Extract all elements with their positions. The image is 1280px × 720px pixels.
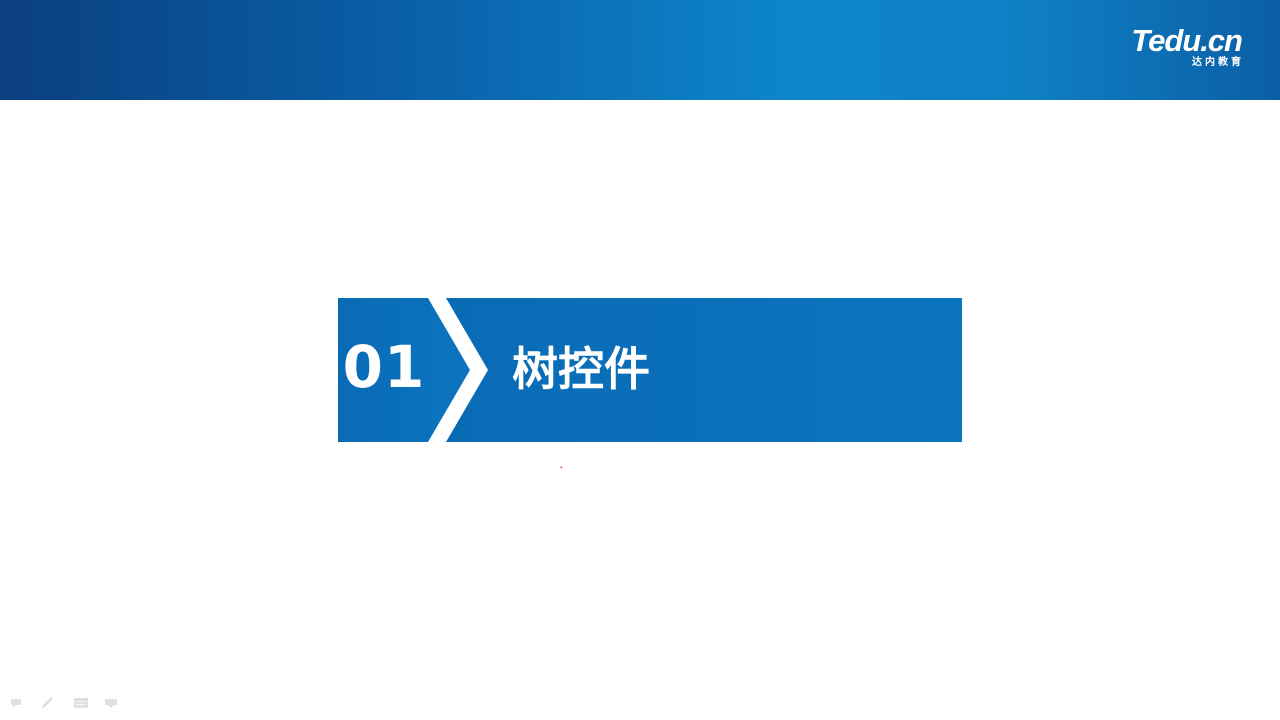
header-band: Tedu.cn 达内教育	[0, 0, 1280, 100]
banner-shape	[338, 298, 962, 442]
section-banner: 01 树控件	[338, 298, 962, 442]
section-title: 树控件	[512, 342, 650, 396]
menu-icon[interactable]	[72, 694, 90, 712]
slideshow-toolbar	[8, 694, 128, 712]
previous-icon[interactable]	[8, 694, 26, 712]
tedu-logo: Tedu.cn 达内教育	[1112, 23, 1244, 71]
section-number: 01	[342, 333, 426, 401]
logo-text: Tedu.cn	[1131, 23, 1243, 58]
slide: Tedu.cn 达内教育 01 树控件	[0, 0, 1280, 720]
mouse-pointer-icon	[560, 466, 563, 469]
pen-icon[interactable]	[38, 694, 56, 712]
logo-subtext: 达内教育	[1192, 57, 1244, 68]
next-icon[interactable]	[102, 694, 120, 712]
